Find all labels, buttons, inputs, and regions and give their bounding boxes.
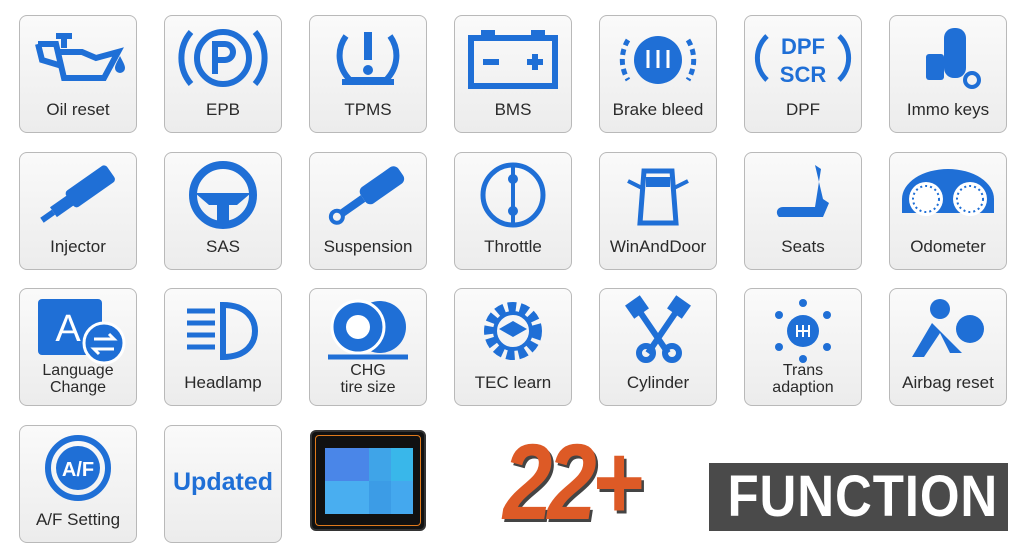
tile-a-f-setting[interactable]: A/F A/F Setting — [19, 424, 137, 543]
tile-label: Immo keys — [906, 100, 990, 119]
seat-icon — [753, 159, 853, 231]
battery-icon — [463, 22, 563, 94]
tile-label: Brake bleed — [612, 100, 704, 119]
tile-oil-reset[interactable]: Oil reset — [19, 15, 137, 133]
tile-label: WinAndDoor — [609, 236, 707, 256]
tile-headlamp[interactable]: Headlamp — [164, 288, 282, 406]
tile-brake-bleed[interactable]: Brake bleed — [599, 15, 717, 133]
tile-sas[interactable]: SAS — [164, 151, 282, 270]
tile-label: Odometer — [910, 236, 986, 256]
tile-label: Injector — [50, 236, 106, 256]
tile-injector[interactable]: Injector — [19, 151, 137, 270]
tile-label: Language Change — [42, 362, 114, 396]
tile-label: EPB — [205, 100, 241, 119]
tablet-screen-tile — [369, 481, 391, 514]
tile-language-change[interactable]: A Language Change — [19, 288, 137, 406]
key-fob-icon — [898, 22, 998, 94]
gauge-cluster-icon — [898, 159, 998, 231]
function-count: 22+ — [503, 421, 643, 542]
tile-label: Seats — [781, 236, 825, 256]
tile-winanddoor[interactable]: WinAndDoor — [599, 151, 717, 270]
headlamp-icon — [173, 295, 273, 367]
tile-tpms[interactable]: TPMS — [309, 15, 427, 133]
pistons-icon — [608, 295, 708, 367]
tile-airbag-reset[interactable]: Airbag reset — [889, 288, 1007, 406]
tile-label: Throttle — [484, 236, 542, 256]
tablet-image — [310, 430, 426, 531]
gear-graduation-icon — [463, 295, 563, 367]
brake-fluid-icon — [608, 22, 708, 94]
function-word: FUNCTION — [727, 464, 999, 529]
parking-brake-icon — [173, 22, 273, 94]
injector-icon — [28, 159, 128, 231]
tile-label: A/F Setting — [35, 509, 121, 529]
language-icon: A — [28, 295, 128, 367]
tile-suspension[interactable]: Suspension — [309, 151, 427, 270]
tile-label: Airbag reset — [902, 373, 994, 392]
function-banner: FUNCTION — [709, 463, 1008, 531]
tablet-screen-tile — [391, 448, 413, 481]
tile-label: SAS — [205, 236, 241, 256]
tile-label: TEC learn — [474, 373, 552, 392]
tile-tec-learn[interactable]: TEC learn — [454, 288, 572, 406]
tile-label: Oil reset — [46, 100, 110, 119]
tile-label: BMS — [494, 100, 532, 119]
svg-text:SCR: SCR — [780, 62, 827, 87]
tile-throttle[interactable]: Throttle — [454, 151, 572, 270]
tile-label: Suspension — [323, 236, 413, 256]
tile-label: Headlamp — [184, 373, 262, 392]
throttle-icon — [463, 159, 563, 231]
svg-text:A/F: A/F — [62, 459, 94, 481]
tablet-screen-tile — [369, 448, 391, 481]
tile-label: Cylinder — [626, 373, 690, 392]
svg-text:DPF: DPF — [781, 34, 825, 59]
tile-seats[interactable]: Seats — [744, 151, 862, 270]
tablet-screen-tile — [391, 481, 413, 514]
tire-icon — [318, 295, 418, 367]
tile-immo-keys[interactable]: Immo keys — [889, 15, 1007, 133]
gearbox-icon — [753, 295, 853, 367]
tile-trans-adaption[interactable]: Trans adaption — [744, 288, 862, 406]
tile-label: Trans adaption — [772, 362, 834, 396]
dpf-scr-icon: DPF SCR — [753, 22, 853, 94]
steering-wheel-icon — [173, 159, 273, 231]
air-fuel-icon: A/F — [28, 432, 128, 504]
oil-can-icon — [28, 22, 128, 94]
updated-badge: Updated — [173, 467, 273, 496]
tile-cylinder[interactable]: Cylinder — [599, 288, 717, 406]
tablet-screen-tile — [325, 448, 369, 481]
car-doors-icon — [608, 159, 708, 231]
tile-bms[interactable]: BMS — [454, 15, 572, 133]
tablet-screen-tile — [325, 481, 369, 514]
tile-chg-tire-size[interactable]: CHG tire size — [309, 288, 427, 406]
tire-pressure-icon — [318, 22, 418, 94]
tile-label: TPMS — [344, 100, 392, 119]
airbag-icon — [898, 295, 998, 367]
svg-text:A: A — [55, 308, 81, 350]
tile-label: DPF — [786, 100, 820, 119]
tile-epb[interactable]: EPB — [164, 15, 282, 133]
tile-dpf[interactable]: DPF SCR DPF — [744, 15, 862, 133]
tile-odometer[interactable]: Odometer — [889, 151, 1007, 270]
shock-absorber-icon — [318, 159, 418, 231]
tile-label: CHG tire size — [340, 362, 396, 396]
tile-updated[interactable]: Updated — [164, 424, 282, 543]
